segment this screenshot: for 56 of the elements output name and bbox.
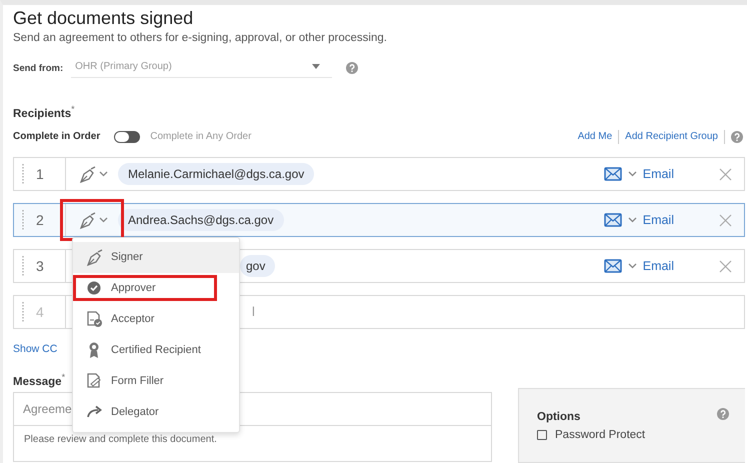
email-chip: gov [240,254,276,277]
delivery-method-dropdown[interactable]: Email [642,212,674,227]
order-label: Complete in Order [13,131,100,142]
email-placeholder: l [252,304,255,320]
pen-icon [78,210,96,229]
envelope-icon [604,212,622,227]
help-icon [717,408,729,420]
close-icon [719,214,732,227]
send-from-label: Send from: [13,62,64,74]
drag-handle-icon [22,210,24,230]
options-title: Options [537,410,580,423]
message-field[interactable]: Please review and complete this document. [14,426,491,453]
chevron-icon [99,216,108,223]
drag-handle-icon [22,302,24,322]
email-chip: Melanie.Carmichael@dgs.ca.gov [118,162,314,185]
envelope-icon [604,166,622,181]
role-menu-item[interactable]: Certified Recipient [73,334,239,366]
order-toggle[interactable] [114,130,140,143]
page-subtitle: Send an agreement to others for e-signing, approval, or other processing. [13,32,388,44]
link[interactable]: Add Me [578,131,612,142]
message-label: Message$^{*}$ [13,372,66,388]
help-icon [731,130,743,143]
email-chip: Andrea.Sachs@dgs.ca.gov [118,208,284,231]
role-menu-item[interactable]: Delegator [73,396,239,428]
recipient-row[interactable]: 1 Melanie.Carmichael@dgs.ca.gov Email [13,156,745,191]
order-number: 3 [36,258,44,274]
order-number: 4 [36,304,44,320]
envelope-icon [604,258,622,273]
recipients-label: Recipients$^{*}$ [13,104,76,120]
option-label: Password Protect [555,428,646,441]
chevron-icon [99,170,108,177]
show-cc-link[interactable]: Show CC [13,342,58,355]
role-menu-item[interactable]: Signer [73,242,239,273]
pen-icon [78,164,96,183]
pen-icon [85,248,103,266]
order-label: Complete in Any Order [150,131,252,142]
order-number: 2 [36,212,44,228]
order-number: 1 [36,166,44,182]
close-icon [719,168,732,181]
close-icon [719,260,732,273]
form-edit-icon [85,372,103,390]
drag-handle-icon [22,256,24,276]
help-icon [346,62,358,74]
chevron-icon [628,170,637,177]
recipient-row[interactable]: 2 Andrea.Sachs@dgs.ca.gov Email [13,202,745,237]
chevron-icon [628,216,637,223]
page-title: Get documents signed [13,7,194,29]
delivery-method-dropdown[interactable]: Email [642,258,674,273]
checkmark-circle-icon [85,279,103,298]
delivery-method-dropdown[interactable]: Email [642,166,674,181]
link[interactable]: Add Recipient Group [625,131,718,142]
document-check-icon [85,310,103,328]
chevron-icon [628,262,637,269]
caret-icon [312,64,320,69]
checkbox[interactable] [537,430,547,440]
drag-handle-icon [22,164,24,184]
